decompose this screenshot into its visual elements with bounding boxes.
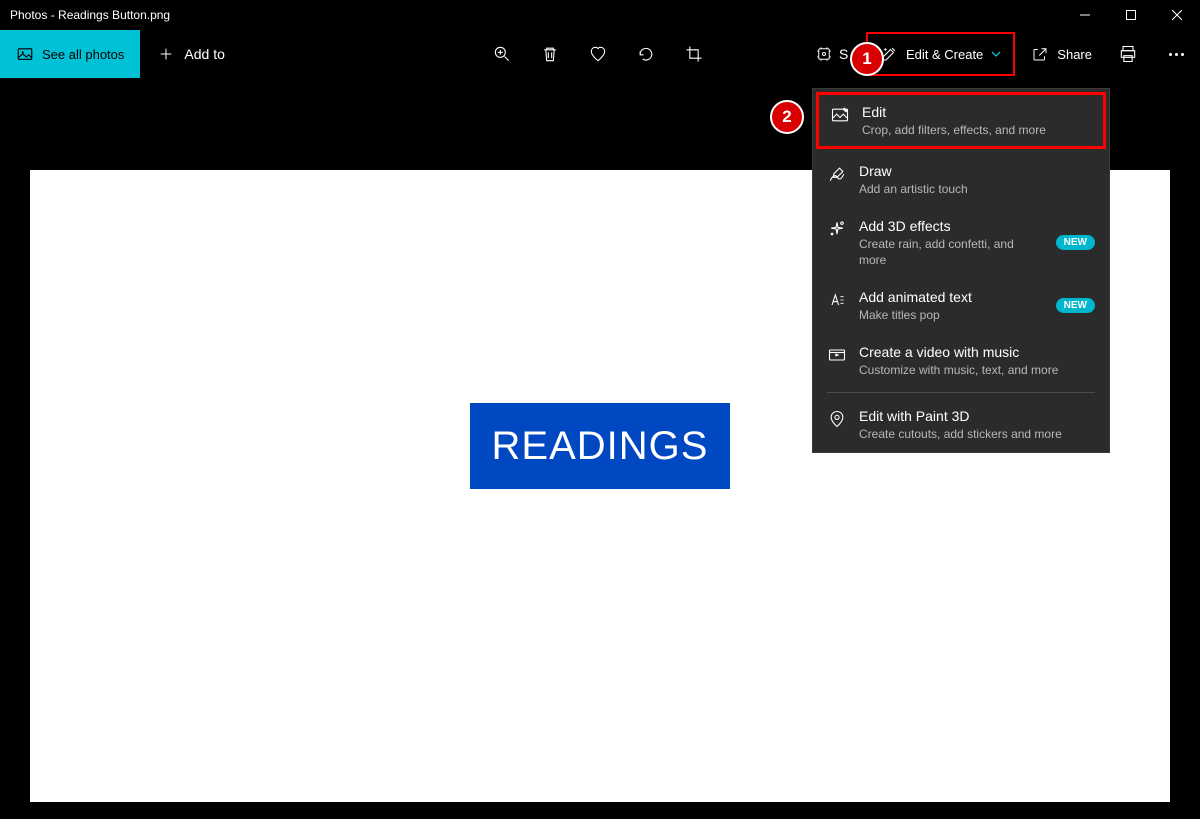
- crop-icon: [684, 44, 704, 64]
- image-edit-icon: [830, 105, 850, 125]
- menu-item-subtitle: Customize with music, text, and more: [859, 362, 1095, 378]
- new-badge: NEW: [1056, 298, 1095, 313]
- print-icon: [1118, 44, 1138, 64]
- menu-item-subtitle: Make titles pop: [859, 307, 1044, 323]
- spot-fix-label: S: [839, 46, 848, 62]
- video-icon: [827, 345, 847, 365]
- maximize-button[interactable]: [1108, 0, 1154, 30]
- menu-item-paint3d[interactable]: Edit with Paint 3D Create cutouts, add s…: [813, 397, 1109, 452]
- share-button[interactable]: Share: [1019, 30, 1104, 78]
- menu-item-title: Draw: [859, 162, 1095, 180]
- add-to-button[interactable]: Add to: [140, 30, 242, 78]
- annotation-callout-1: 1: [850, 42, 884, 76]
- menu-item-video-music[interactable]: Create a video with music Customize with…: [813, 333, 1109, 388]
- crop-button[interactable]: [670, 30, 718, 78]
- see-all-label: See all photos: [42, 47, 124, 62]
- title-bar: Photos - Readings Button.png: [0, 0, 1200, 30]
- readings-button-graphic: READINGS: [470, 403, 730, 489]
- toolbar-center-icons: [478, 30, 718, 78]
- menu-item-title: Create a video with music: [859, 343, 1095, 361]
- toolbar-right: Edit & Create Share: [862, 30, 1200, 78]
- edit-create-button[interactable]: Edit & Create: [866, 32, 1015, 76]
- animated-text-icon: [827, 290, 847, 310]
- more-button[interactable]: [1152, 30, 1200, 78]
- zoom-button[interactable]: [478, 30, 526, 78]
- window-controls: [1062, 0, 1200, 30]
- menu-separator: [827, 392, 1095, 393]
- see-all-photos-button[interactable]: See all photos: [0, 30, 140, 78]
- rotate-icon: [636, 44, 656, 64]
- edit-create-label: Edit & Create: [906, 47, 983, 62]
- dot-icon: [1175, 53, 1178, 56]
- add-to-label: Add to: [184, 46, 224, 62]
- chevron-down-icon: [991, 49, 1001, 59]
- dot-icon: [1169, 53, 1172, 56]
- spotfix-icon: [815, 45, 833, 63]
- spot-fix-button[interactable]: S: [815, 30, 848, 78]
- new-badge: NEW: [1056, 235, 1095, 250]
- menu-item-draw[interactable]: Draw Add an artistic touch: [813, 152, 1109, 207]
- rotate-button[interactable]: [622, 30, 670, 78]
- delete-button[interactable]: [526, 30, 574, 78]
- sparkle-icon: [827, 219, 847, 239]
- plus-icon: [158, 46, 174, 62]
- share-icon: [1031, 45, 1049, 63]
- menu-item-subtitle: Add an artistic touch: [859, 181, 1095, 197]
- menu-item-title: Edit with Paint 3D: [859, 407, 1095, 425]
- paint3d-icon: [827, 409, 847, 429]
- toolbar: See all photos Add to S Edit & Create Sh…: [0, 30, 1200, 78]
- menu-item-3d-effects[interactable]: Add 3D effects Create rain, add confetti…: [813, 207, 1109, 278]
- menu-item-title: Add animated text: [859, 288, 1044, 306]
- menu-item-animated-text[interactable]: Add animated text Make titles pop NEW: [813, 278, 1109, 333]
- menu-item-edit[interactable]: Edit Crop, add filters, effects, and mor…: [816, 92, 1106, 149]
- gallery-icon: [16, 45, 34, 63]
- heart-icon: [588, 44, 608, 64]
- draw-icon: [827, 164, 847, 184]
- dot-icon: [1181, 53, 1184, 56]
- share-label: Share: [1057, 47, 1092, 62]
- menu-item-subtitle: Create rain, add confetti, and more: [859, 236, 1044, 268]
- trash-icon: [540, 44, 560, 64]
- menu-item-title: Add 3D effects: [859, 217, 1044, 235]
- edit-create-dropdown: Edit Crop, add filters, effects, and mor…: [812, 88, 1110, 453]
- window-title: Photos - Readings Button.png: [10, 8, 170, 22]
- print-button[interactable]: [1104, 30, 1152, 78]
- magnifier-icon: [492, 44, 512, 64]
- annotation-callout-2: 2: [770, 100, 804, 134]
- menu-item-subtitle: Create cutouts, add stickers and more: [859, 426, 1095, 442]
- menu-item-subtitle: Crop, add filters, effects, and more: [862, 122, 1092, 138]
- minimize-button[interactable]: [1062, 0, 1108, 30]
- favorite-button[interactable]: [574, 30, 622, 78]
- menu-item-title: Edit: [862, 103, 1092, 121]
- close-button[interactable]: [1154, 0, 1200, 30]
